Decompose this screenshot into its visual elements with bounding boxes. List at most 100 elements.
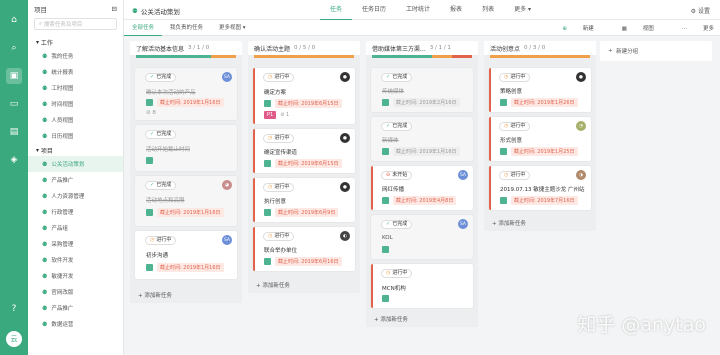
tab-reports[interactable]: 报表 [440,0,472,20]
add-task-button[interactable]: + 添加新任务 [138,291,172,299]
home-icon[interactable]: ⌂ [6,12,22,28]
new-button[interactable]: ⊕ 新建 [548,24,593,32]
task-card[interactable]: ◷ 进行中 ● 策略创意 截止时间: 2019年1月26日 [489,68,591,112]
checkbox-icon [146,99,153,106]
column-title[interactable]: 活动创意点 [490,44,520,53]
avatar: ◐ [340,231,350,241]
search-input[interactable]: ⌕ 搜索任务及项目 [34,18,117,30]
view-bar: 全部任务 我负责的任务 更多视图 ▾ ⊕ 新建 ▦ 视图 ⋯ 更多 [124,20,720,36]
add-task-button[interactable]: + 添加新任务 [492,219,526,227]
cube-icon[interactable]: ◈ [6,152,22,168]
tab-list[interactable]: 列表 [472,0,504,20]
task-card[interactable]: ✓ 已完成 ◕ 活动地点和高限 截止时间: 2019年1月16日 [135,176,237,226]
avatar[interactable]: 云 [6,331,22,347]
tab-more[interactable]: 更多 ▾ [504,0,541,20]
person-icon: ⚉ [42,240,48,248]
search-icon[interactable]: ⌕ [6,40,22,56]
column-count: 0 / 3 / 0 [524,45,546,51]
sidebar-item[interactable]: ⚉ 官网改版 [28,284,123,300]
view-button[interactable]: ▦ 视图 [608,24,654,32]
add-task-button[interactable]: + 添加新任务 [256,281,290,289]
column-progress [254,55,354,58]
column-title[interactable]: 确认活动主题 [254,44,290,53]
checkbox-icon [382,148,389,155]
tab-more-views[interactable]: 更多视图 ▾ [211,20,254,36]
project-title[interactable]: ⚉ 公关活动策划 [132,6,180,16]
checkbox-icon [264,258,271,265]
new-group-button[interactable]: + 新建分组 [600,41,712,61]
inbox-icon[interactable]: ▣ [6,68,22,84]
checkbox-icon [264,209,271,216]
status-badge: ◷ 进行中 [145,236,177,245]
task-card[interactable]: ◷ 进行中 ◐ 联合举办单位 截止时间: 2019年6月16日 [253,227,355,271]
task-card[interactable]: ◷ 进行中 ● 确定方案 截止时间: 2019年6月15日 P1 ⊘ 1 [253,68,355,124]
deadline-badge: 截止时间: 2019年6月15日 [275,159,342,168]
checkbox-icon [382,246,389,253]
tab-tasks[interactable]: 任务 [320,0,353,20]
sidebar-item[interactable]: ⚉ 工时视图 [28,80,123,96]
task-card[interactable]: ✓ 已完成 活动开始截止时间 [135,125,237,171]
sidebar-item[interactable]: ⚉ 时间视图 [28,96,123,112]
collapse-icon[interactable]: ⊟ [112,5,117,13]
sidebar-item[interactable]: ⚉ 人员视图 [28,112,123,128]
status-badge: ◷ 进行中 [499,171,531,180]
sidebar-item[interactable]: ⚉ 统计报表 [28,64,123,80]
column-title[interactable]: 借助媒体第三方渠... [372,44,426,53]
task-card[interactable]: ◷ 进行中 ◔ 形式创意 截止时间: 2019年1月25日 [489,117,591,161]
sidebar-item[interactable]: ⚉ 产品组 [28,220,123,236]
person-icon: ⚉ [42,272,48,280]
task-card[interactable]: ✓ 已完成 传统媒体 截止时间: 2019年2月16日 [371,68,473,112]
tab-my-tasks[interactable]: 我负责的任务 [162,20,211,36]
sidebar-group-projects[interactable]: ▾ 项目 [28,144,123,156]
person-icon: ⚉ [42,176,48,184]
sidebar-item[interactable]: ⚉ 敏捷开发 [28,268,123,284]
deadline-badge: 截止时间: 2019年1月16日 [157,208,224,217]
calendar-icon[interactable]: ▤ [6,124,22,140]
help-icon[interactable]: ? [6,301,22,317]
column-title[interactable]: 了解活动基本信息 [136,44,184,53]
task-card[interactable]: ◷ 进行中 ● 执行创意 截止时间: 2019年6月9日 [253,178,355,222]
more-button[interactable]: ⋯ 更多 [668,24,714,32]
task-card[interactable]: ◷ 进行中 MCN机构 [371,264,473,308]
deadline-badge: 截止时间: 2019年1月16日 [393,147,460,156]
person-icon: ⚉ [42,116,48,124]
sidebar-item[interactable]: ⚉ 人力资源管理 [28,188,123,204]
task-card[interactable]: ✓ 已完成 SA 确认本次活动的产品 截止时间: 2019年1月16日 ⊘ 8 [135,68,237,120]
deadline-badge: 截止时间: 2019年2月16日 [393,98,460,107]
task-card[interactable]: ⊖ 未开始 SA 网红传播 截止时间: 2019年4月8日 [371,166,473,210]
person-icon: ⚉ [42,320,48,328]
priority-tag: P1 [264,111,277,119]
person-icon: ⚉ [42,68,48,76]
tab-calendar[interactable]: 任务日历 [352,0,396,20]
sidebar-item[interactable]: ⚉ 采购管理 [28,236,123,252]
sidebar-item-active[interactable]: ⚉ 公关活动策划 [28,156,123,172]
column-progress [136,55,236,58]
deadline-badge: 截止时间: 2019年1月16日 [157,263,224,272]
task-card[interactable]: ◷ 进行中 SA 初步沟通 截止时间: 2019年1月16日 [135,231,237,279]
sidebar-item[interactable]: ⚉ 行政管理 [28,204,123,220]
task-card[interactable]: ◷ 进行中 ● 确定宣传渠道 截止时间: 2019年6月15日 [253,129,355,173]
sidebar-group-work[interactable]: ▾ 工作 [28,36,123,48]
task-card[interactable]: ✓ 已完成 SA KOL [371,215,473,259]
status-badge: ✓ 已完成 [145,130,177,139]
person-icon: ⚉ [42,100,48,108]
deadline-badge: 截止时间: 2019年6月16日 [275,257,342,266]
tab-all-tasks[interactable]: 全部任务 [124,20,163,36]
sidebar-item[interactable]: ⚉ 产品推广 [28,300,123,316]
add-task-button[interactable]: + 添加新任务 [374,315,408,323]
avatar: SA [222,235,232,245]
sidebar-item[interactable]: ⚉ 我的任务 [28,48,123,64]
subtask-count: ⊘ 8 [146,110,156,116]
settings-button[interactable]: ⚙ 设置 [691,6,710,15]
sidebar-item[interactable]: ⚉ 产品推广 [28,172,123,188]
tab-hours[interactable]: 工时统计 [396,0,440,20]
sidebar-item[interactable]: ⚉ 数据运营 [28,316,123,332]
checkbox-icon [264,160,271,167]
sidebar-item[interactable]: ⚉ 软件开发 [28,252,123,268]
task-card[interactable]: ✓ 已完成 新媒体 截止时间: 2019年1月16日 [371,117,473,161]
status-badge: ◷ 进行中 [263,73,295,82]
folder-icon[interactable]: ▭ [6,96,22,112]
sidebar-item[interactable]: ⚉ 日历视图 [28,128,123,144]
task-card[interactable]: ◷ 进行中 ◑ 2019.07.13 敏捷主题沙龙 广州站 截止时间: 2019年… [489,166,591,210]
person-icon: ⚉ [42,84,48,92]
